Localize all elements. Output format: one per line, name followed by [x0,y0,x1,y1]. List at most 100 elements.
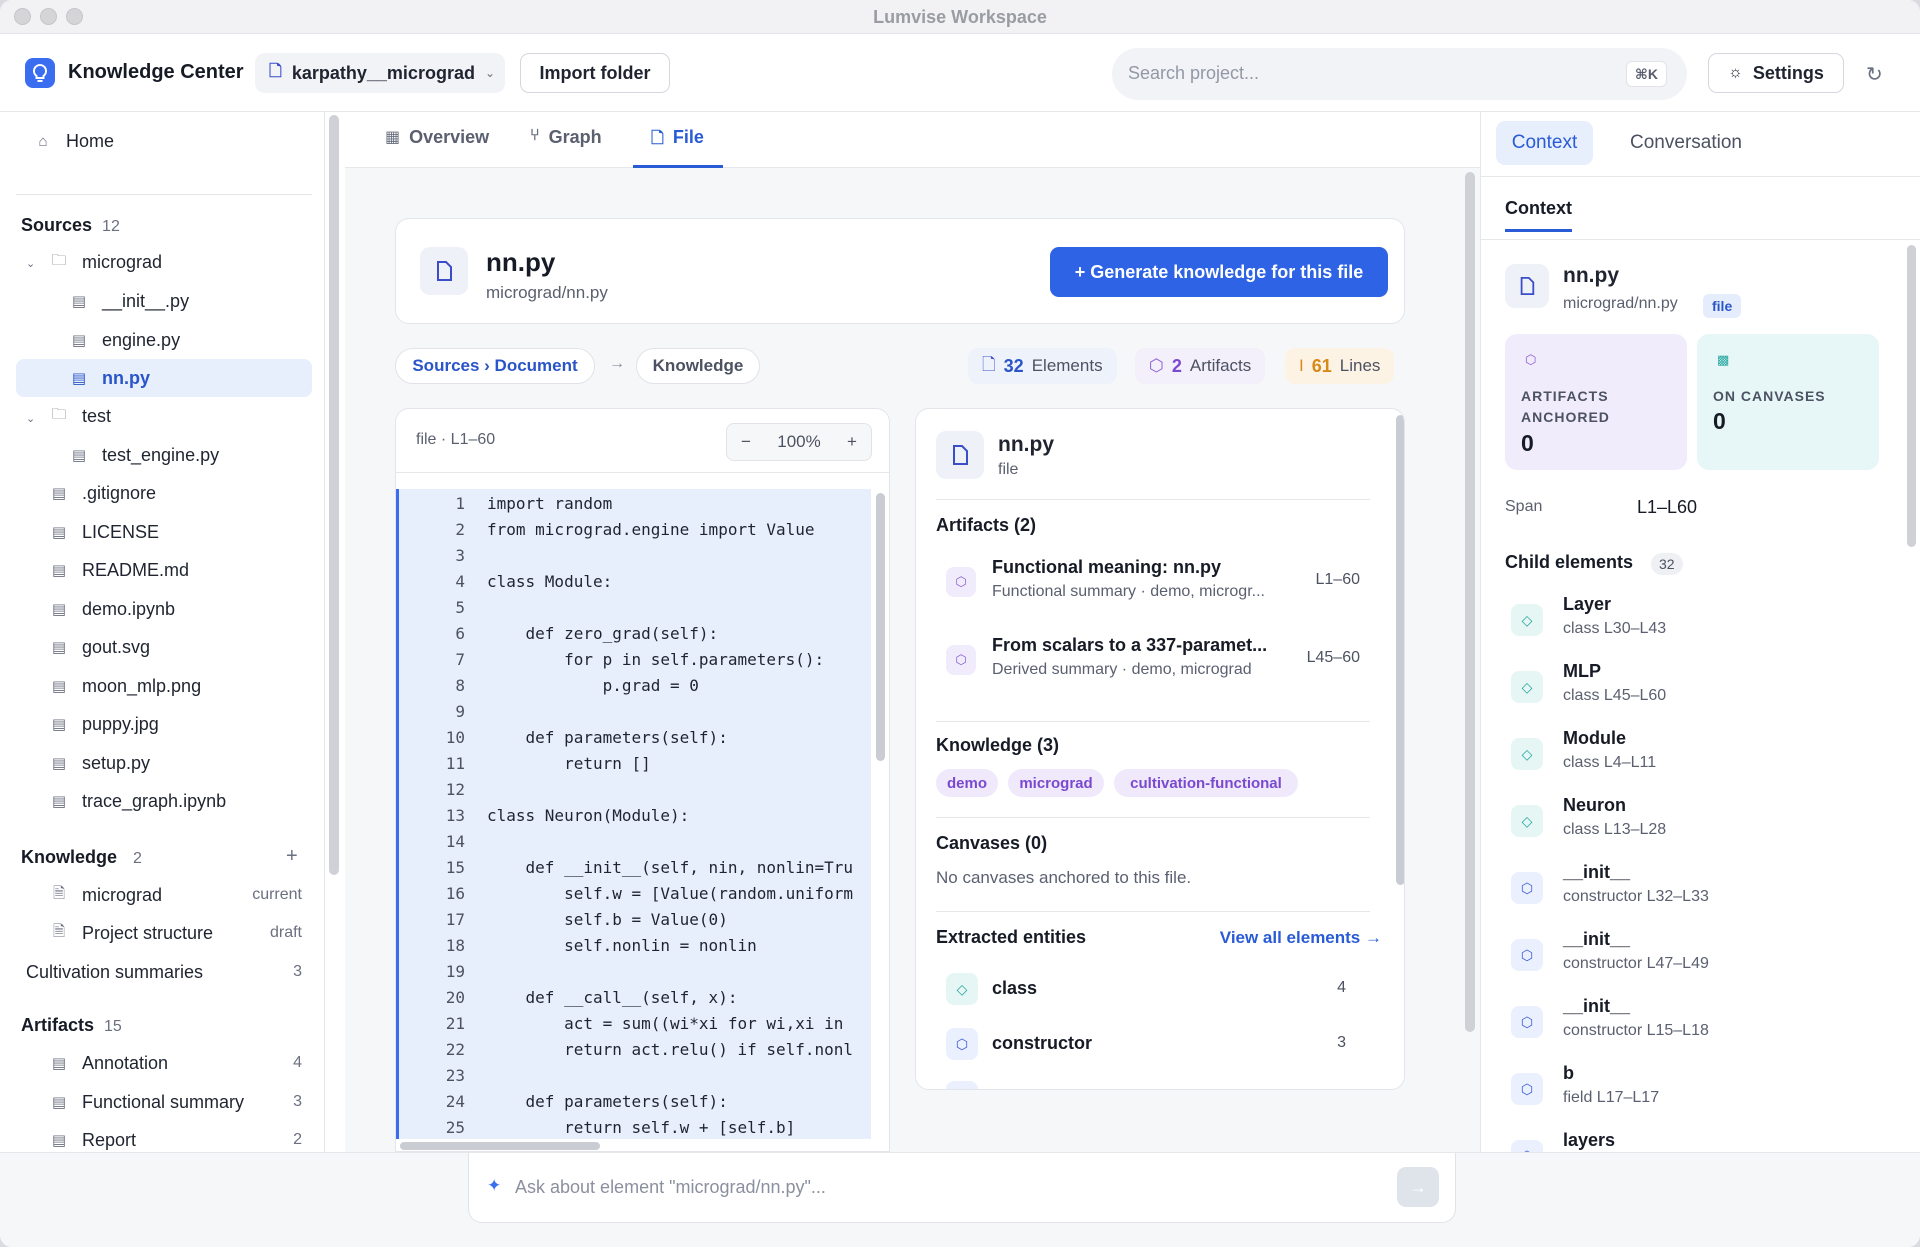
code-horizontal-scrollbar[interactable] [400,1142,600,1150]
zoom-out-button[interactable]: − [741,432,751,452]
document-icon: ▤ [71,332,87,349]
detail-scrollbar[interactable] [1396,415,1404,885]
entity-row[interactable]: ⬡ constructor 3 [946,1024,1360,1064]
subtab-context[interactable]: Context [1505,198,1572,232]
search-input[interactable]: Search project... [1128,63,1259,84]
view-all-elements-link[interactable]: View all elements → [1220,928,1382,948]
kpi-value: 0 [1521,430,1534,456]
graph-icon: ⑂ [530,127,540,144]
sidebar-scrollbar[interactable] [329,115,339,875]
repo-selector[interactable]: 🗋 karpathy__micrograd ⌄ [255,53,505,93]
sidebar-file-setup[interactable]: ▤ setup.py [50,744,312,782]
import-folder-button[interactable]: Import folder [520,53,670,93]
search-bar[interactable]: Search project... ⌘K [1112,48,1687,100]
line-text: act = sum((wi*xi for wi,xi in [487,1014,844,1033]
settings-button[interactable]: ☼ Settings [1708,53,1844,93]
child-element-row[interactable]: ◇ Module class L4–L11 [1511,726,1891,786]
code-line: 24 def parameters(self): [399,1089,871,1115]
artifact-row[interactable]: ⬡ Functional meaning: nn.py Functional s… [946,555,1360,617]
code-line: 14 [399,829,871,855]
arrow-right-icon: → [609,355,625,372]
divider [936,499,1370,500]
sidebar-artifact-annotation[interactable]: ▤ Annotation 4 [50,1044,312,1082]
child-element-row[interactable]: ◇ Neuron class L13–L28 [1511,793,1891,853]
line-number: 22 [445,1040,465,1059]
cube-icon: ⬡ [1511,939,1543,971]
chevron-down-icon[interactable]: ⌄ [26,412,35,425]
breadcrumb-sources-document[interactable]: Sources › Document [395,348,595,384]
knowledge-tag[interactable]: micrograd [1008,769,1104,797]
child-sub: field L17–L17 [1563,1089,1660,1106]
code-line: 16 self.w = [Value(random.uniform [399,881,871,907]
sidebar-knowledge-structure[interactable]: 🗎 Project structure draft [50,914,312,952]
count-badge: 3 [293,963,302,980]
sidebar-file-nn[interactable]: ▤ nn.py [16,359,312,397]
home-icon: ⌂ [38,132,48,150]
send-button[interactable]: → [1397,1167,1439,1207]
sidebar-item-label: test [82,405,112,426]
add-knowledge-icon[interactable]: + [286,845,298,868]
code-content[interactable]: 1 import random 2 from micrograd.engine imp… [396,489,871,1139]
diamond-icon: ◇ [1511,805,1543,837]
ask-input[interactable]: Ask about element "micrograd/nn.py"... [515,1177,826,1198]
tab-file[interactable]: 🗋 File [633,127,723,168]
main-scrollbar[interactable] [1465,172,1475,1032]
context-scrollbar[interactable] [1907,245,1916,547]
cube-icon: ⬡ [1149,356,1164,375]
sidebar-file-license[interactable]: ▤ LICENSE [50,513,312,551]
cube-icon: ⬡ [946,567,976,597]
sidebar-artifact-report[interactable]: ▤ Report 2 [50,1121,312,1152]
sidebar-file-puppy[interactable]: ▤ puppy.jpg [50,705,312,743]
entity-row[interactable]: ◇ class 4 [946,969,1360,1009]
generate-knowledge-button[interactable]: + Generate knowledge for this file [1050,247,1388,297]
sidebar-folder-micrograd[interactable]: 🗀 micrograd [50,243,312,281]
sidebar-cultivation-summaries[interactable]: Cultivation summaries 3 [26,953,312,991]
child-element-row[interactable]: ⬡ __init__ constructor L15–L18 [1511,994,1891,1054]
child-element-row[interactable]: ◇ MLP class L45–L60 [1511,659,1891,719]
code-vertical-scrollbar[interactable] [876,493,885,761]
child-element-row[interactable]: ⬡ layers [1511,1128,1891,1152]
ask-box[interactable]: ✦ Ask about element "micrograd/nn.py"...… [468,1153,1456,1223]
sidebar-file-readme[interactable]: ▤ README.md [50,551,312,589]
sidebar-file-trace[interactable]: ▤ trace_graph.ipynb [50,782,312,820]
document-icon: ▤ [51,793,67,810]
child-element-row[interactable]: ⬡ __init__ constructor L47–L49 [1511,927,1891,987]
sidebar-item-label: micrograd [82,251,163,272]
knowledge-tag[interactable]: demo [936,769,998,797]
cube-icon: ⬡ [1511,1073,1543,1105]
main-content: ▦ Overview ⑂ Graph 🗋 File nn.py micrograd/n… [345,112,1480,1152]
sidebar-file-test-engine[interactable]: ▤ test_engine.py [70,436,312,474]
child-element-row[interactable]: ◇ Layer class L30–L43 [1511,592,1891,652]
chevron-down-icon[interactable]: ⌄ [26,257,35,270]
tab-context[interactable]: Context [1496,121,1593,165]
child-name: __init__ [1563,996,1631,1016]
sidebar-file-engine[interactable]: ▤ engine.py [70,321,312,359]
tab-conversation[interactable]: Conversation [1607,121,1765,165]
code-line: 7 for p in self.parameters(): [399,647,871,673]
sidebar-file-demo[interactable]: ▤ demo.ipynb [50,590,312,628]
child-sub: constructor L32–L33 [1563,888,1709,905]
sidebar-file-moon[interactable]: ▤ moon_mlp.png [50,667,312,705]
child-element-row[interactable]: ⬡ __init__ constructor L32–L33 [1511,860,1891,920]
refresh-icon[interactable]: ↻ [1866,62,1883,87]
sidebar-file-gitignore[interactable]: ▤ .gitignore [50,474,312,512]
sidebar-file-init[interactable]: ▤ __init__.py [70,282,312,320]
tab-overview[interactable]: ▦ Overview [385,127,489,168]
breadcrumb-knowledge[interactable]: Knowledge [636,348,760,384]
sidebar-item-label: trace_graph.ipynb [82,790,227,811]
child-element-row[interactable]: ⬡ b field L17–L17 [1511,1061,1891,1121]
sidebar-file-gout[interactable]: ▤ gout.svg [50,628,312,666]
sidebar-item-home[interactable]: ⌂ Home [34,122,324,160]
code-line: 19 [399,959,871,985]
line-number: 10 [445,728,465,747]
artifact-row[interactable]: ⬡ From scalars to a 337-paramet... Deriv… [946,633,1360,695]
tab-graph[interactable]: ⑂ Graph [530,127,602,168]
document-icon: ▤ [51,639,67,656]
sidebar-artifact-functional[interactable]: ▤ Functional summary 3 [50,1083,312,1121]
sidebar-knowledge-micrograd[interactable]: 🗎 micrograd current [50,876,312,914]
zoom-in-button[interactable]: + [847,432,857,452]
sidebar-folder-test[interactable]: 🗀 test [50,397,312,435]
artifacts-anchored-card: ⬡ ARTIFACTS ANCHORED 0 [1505,334,1687,470]
zoom-control: − 100% + [726,423,872,461]
knowledge-tag[interactable]: cultivation-functional [1114,769,1298,797]
